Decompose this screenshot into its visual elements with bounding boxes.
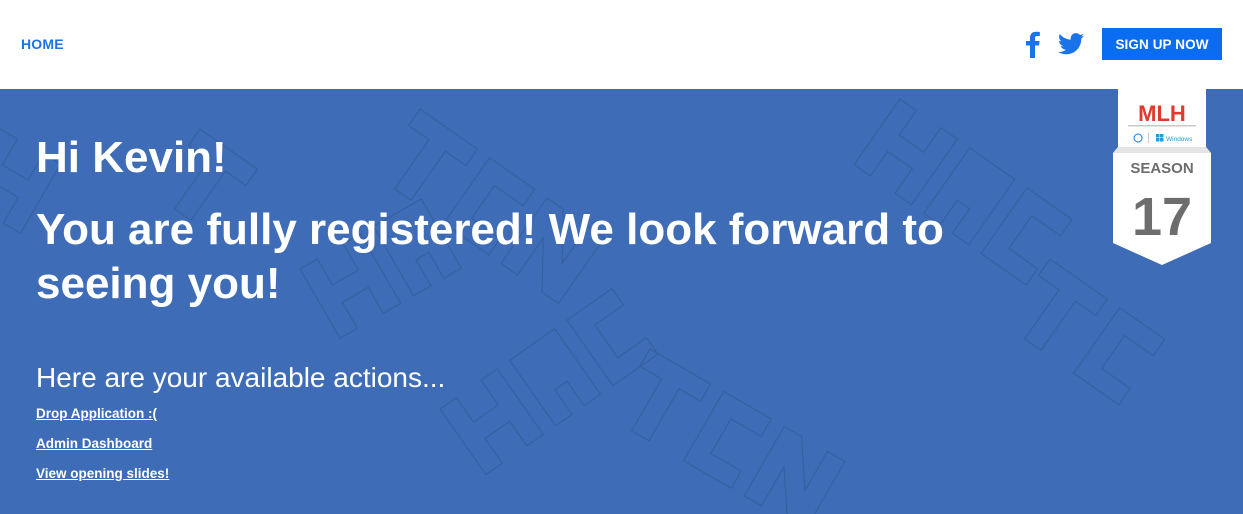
- mlh-logo-text: MLH: [1138, 101, 1186, 126]
- greeting-heading: Hi Kevin!: [36, 133, 227, 182]
- view-opening-slides-link[interactable]: View opening slides!: [36, 466, 169, 482]
- top-nav: HOME SIGN UP NOW: [0, 0, 1243, 89]
- admin-dashboard-link[interactable]: Admin Dashboard: [36, 436, 152, 452]
- drop-application-link[interactable]: Drop Application :(: [36, 406, 157, 422]
- mlh-logo-icon: MLH: [1138, 101, 1186, 126]
- hero-section: Hi Kevin! You are fully registered! We l…: [0, 89, 1243, 514]
- season-number: 17: [1132, 187, 1192, 247]
- season-label: SEASON: [1130, 160, 1193, 177]
- actions-heading: Here are your available actions...: [36, 362, 446, 393]
- registration-status-heading: You are fully registered! We look forwar…: [36, 205, 944, 308]
- windows-label: Windows: [1166, 136, 1193, 143]
- sign-up-button[interactable]: SIGN UP NOW: [1102, 28, 1222, 60]
- home-link[interactable]: HOME: [21, 36, 64, 52]
- facebook-icon[interactable]: [1022, 28, 1042, 60]
- twitter-icon[interactable]: [1058, 28, 1086, 60]
- mlh-season-badge[interactable]: MLH Windows SEASON 17: [1112, 89, 1212, 265]
